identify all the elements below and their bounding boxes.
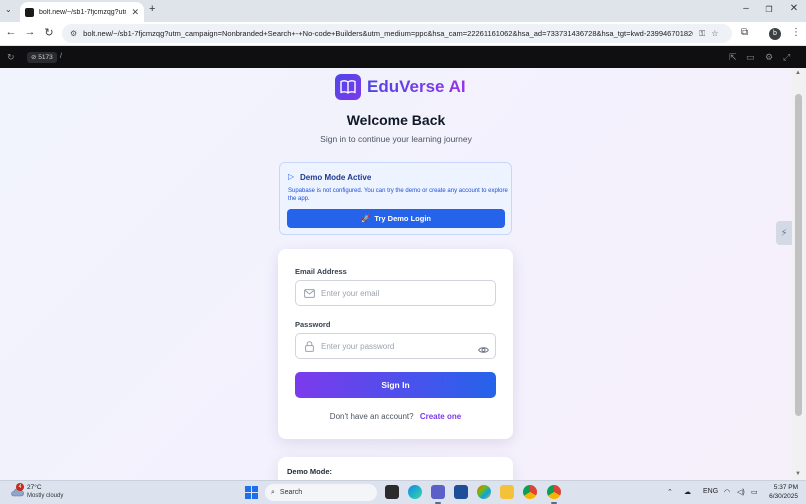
volume-icon[interactable]: ◁)	[737, 488, 745, 496]
onedrive-icon[interactable]: ☁	[684, 488, 691, 496]
side-widget-handle[interactable]: ⚡	[776, 221, 792, 245]
profile-avatar[interactable]: b	[769, 28, 781, 40]
new-tab-icon[interactable]: +	[149, 3, 155, 15]
wifi-icon[interactable]: ◠	[724, 488, 730, 496]
weather-alert-badge: 4	[16, 483, 24, 491]
forward-icon[interactable]: →	[23, 26, 37, 38]
rocket-icon: 🚀	[360, 214, 371, 223]
copilot-icon[interactable]	[477, 485, 491, 499]
try-demo-login-label: Try Demo Login	[374, 214, 431, 223]
open-external-icon[interactable]: ⇱	[729, 52, 737, 63]
demo-notice-title: Demo Mode Active	[300, 173, 372, 182]
windows-taskbar: 4 27°C Mostly cloudy ⌕ Search ⌃ ☁ ENG ◠ …	[0, 480, 806, 504]
extensions-icon[interactable]: ⧉	[741, 27, 748, 38]
show-password-icon[interactable]	[478, 341, 489, 359]
bookmark-star-icon[interactable]: ☆	[711, 29, 718, 38]
port-number: 5173	[38, 54, 53, 61]
search-placeholder: Search	[279, 489, 303, 496]
scroll-thumb[interactable]	[795, 94, 802, 416]
email-field[interactable]	[295, 280, 496, 306]
browser-tab-bar: ⌄ bolt.new/~/sb1-7fjcmzqg?utm... ✕ + – ❐…	[0, 0, 806, 22]
create-account-link[interactable]: Create one	[420, 412, 461, 421]
reload-icon[interactable]: ↻	[42, 26, 56, 39]
sign-in-card: Email Address Password Sign In Don't hav…	[278, 249, 513, 439]
open-book-icon	[340, 80, 356, 94]
password-input[interactable]	[321, 341, 471, 351]
url-text[interactable]: bolt.new/~/sb1-7fjcmzqg?utm_campaign=Non…	[83, 29, 693, 38]
chrome-profile-icon[interactable]	[547, 485, 561, 499]
mail-icon	[304, 288, 315, 299]
demo-notice-text: Supabase is not configured. You can try …	[288, 188, 508, 202]
fullscreen-icon[interactable]: ⤢	[783, 52, 790, 63]
store-icon[interactable]	[454, 485, 468, 499]
weather-description[interactable]: Mostly cloudy	[27, 493, 63, 499]
start-button[interactable]	[245, 486, 258, 499]
back-icon[interactable]: ←	[4, 26, 18, 38]
page-title: Welcome Back	[346, 112, 446, 128]
preview-reload-icon[interactable]: ↻	[7, 52, 15, 63]
demo-mode-notice: ▷ Demo Mode Active Supabase is not confi…	[279, 162, 512, 235]
password-key-icon[interactable]: ⚿	[699, 29, 705, 39]
clock-date[interactable]: 6/30/2025	[762, 493, 798, 500]
windows-logo-tile	[252, 493, 258, 499]
clock-time[interactable]: 5:37 PM	[766, 484, 798, 491]
search-icon: ⌕	[271, 488, 275, 496]
signup-prompt: Don't have an account? Create one	[278, 412, 513, 421]
browser-tab[interactable]: bolt.new/~/sb1-7fjcmzqg?utm... ✕	[20, 2, 144, 22]
battery-icon[interactable]: ▭	[751, 488, 758, 496]
close-window-icon[interactable]: ✕	[787, 3, 801, 14]
browser-menu-icon[interactable]: ⋮	[791, 27, 801, 38]
sign-in-button[interactable]: Sign In	[295, 372, 496, 398]
demo-card-title: Demo Mode:	[287, 467, 332, 476]
password-field[interactable]	[295, 333, 496, 359]
minimize-icon[interactable]: –	[739, 3, 753, 14]
demo-mode-card: Demo Mode:	[278, 457, 513, 480]
email-input[interactable]	[321, 288, 471, 298]
lock-icon	[304, 340, 315, 352]
app-viewport: EduVerse AI Welcome Back Sign in to cont…	[0, 68, 792, 480]
browser-toolbar: ← → ↻ ⚙ bolt.new/~/sb1-7fjcmzqg?utm_camp…	[0, 22, 806, 46]
scroll-up-icon[interactable]: ▲	[795, 70, 801, 76]
chrome-icon[interactable]	[523, 485, 537, 499]
taskbar-search[interactable]: ⌕ Search	[265, 484, 377, 501]
tab-title: bolt.new/~/sb1-7fjcmzqg?utm...	[39, 8, 127, 16]
tab-list-icon[interactable]: ⌄	[5, 5, 12, 14]
brand-name: EduVerse AI	[367, 77, 466, 96]
bolt-preview-bar: ↻ ⊘ 5173 / ⇱ ▭ ⚙ ⤢	[0, 46, 806, 68]
bolt-widget-icon: ⚡	[780, 227, 788, 239]
windows-logo-tile	[245, 493, 251, 499]
windows-logo-tile	[245, 486, 251, 492]
password-label: Password	[295, 320, 331, 329]
brand-logo	[335, 74, 361, 100]
file-explorer-icon[interactable]	[500, 485, 514, 499]
tab-close-icon[interactable]: ✕	[131, 7, 139, 18]
bolt-favicon-icon	[25, 7, 34, 17]
language-indicator[interactable]: ENG	[703, 488, 718, 495]
teams-icon[interactable]	[431, 485, 445, 499]
scroll-down-icon[interactable]: ▼	[795, 471, 801, 477]
devices-icon[interactable]: ▭	[746, 52, 755, 63]
preview-path[interactable]: /	[60, 53, 62, 60]
restore-icon[interactable]: ❐	[762, 5, 776, 14]
page-scrollbar[interactable]: ▲ ▼	[792, 68, 806, 480]
no-account-text: Don't have an account?	[329, 412, 414, 421]
play-icon: ▷	[288, 172, 295, 181]
show-hidden-icons-icon[interactable]: ⌃	[667, 488, 673, 496]
windows-logo-tile	[252, 486, 258, 492]
edge-icon[interactable]	[408, 485, 422, 499]
inspect-icon[interactable]: ⚙	[765, 52, 773, 63]
port-badge[interactable]: ⊘ 5173	[27, 52, 57, 63]
temperature[interactable]: 27°C	[27, 484, 42, 491]
try-demo-login-button[interactable]: 🚀 Try Demo Login	[287, 209, 505, 228]
email-label: Email Address	[295, 267, 347, 276]
address-bar[interactable]: ⚙ bolt.new/~/sb1-7fjcmzqg?utm_campaign=N…	[62, 24, 732, 43]
site-info-icon[interactable]: ⚙	[70, 29, 77, 38]
page-subtitle: Sign in to continue your learning journe…	[320, 134, 472, 144]
task-view-icon[interactable]	[385, 485, 399, 499]
